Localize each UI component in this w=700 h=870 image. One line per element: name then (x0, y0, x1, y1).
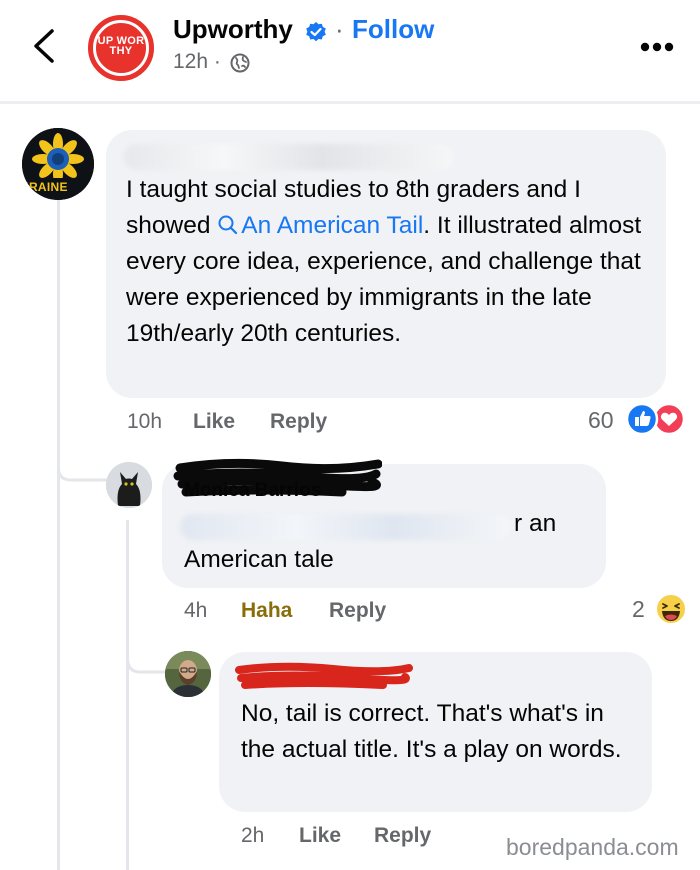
thread-line-main (57, 200, 60, 870)
page-name[interactable]: Upworthy (173, 14, 293, 45)
globe-icon (230, 53, 250, 73)
avatar[interactable] (165, 651, 211, 697)
reply-button[interactable]: Reply (329, 599, 386, 623)
redaction-scribble (235, 662, 413, 689)
avatar-label: KRAINE (22, 180, 68, 194)
logo-text: UP WOR THY (97, 35, 145, 57)
comment-bubble: No, tail is correct. That's what's in th… (219, 652, 652, 812)
avatar[interactable]: KRAINE (22, 128, 94, 200)
avatar[interactable] (106, 462, 152, 508)
comment-time[interactable]: 10h (127, 410, 162, 434)
post-time[interactable]: 12h · (173, 50, 221, 74)
reaction-count[interactable]: 60 (588, 407, 614, 434)
comment-text: American tale (184, 546, 334, 573)
thread-line-reply (126, 520, 129, 870)
like-reaction-icon (625, 402, 659, 436)
comment-bubble: I taught social studies to 8th graders a… (106, 130, 666, 398)
watermark: boredpanda.com (506, 834, 679, 860)
post-header: UP WOR THY Upworthy · Follow 12h · (0, 0, 700, 100)
search-link-icon (218, 215, 238, 235)
comment-author[interactable]: Monica Barrios (184, 480, 321, 502)
header-divider (0, 101, 700, 104)
haha-button[interactable]: Haha (241, 599, 292, 623)
like-button[interactable]: Like (299, 824, 341, 848)
movie-link[interactable]: An American Tail (241, 212, 423, 239)
comment-time[interactable]: 2h (241, 824, 264, 848)
reaction-icons[interactable] (625, 402, 687, 436)
like-button[interactable]: Like (193, 410, 235, 434)
thread-connector-2 (126, 620, 170, 674)
reaction-count[interactable]: 2 (632, 596, 645, 623)
more-icon[interactable] (640, 42, 674, 52)
reply-button[interactable]: Reply (270, 410, 327, 434)
comment-text: No, tail is correct. That's what's in th… (241, 700, 622, 763)
comment-bubble: Monica Barrios r an American tale (162, 458, 606, 588)
separator-dot: · (335, 14, 344, 44)
cat-avatar-icon (106, 462, 152, 508)
redacted-author-name (124, 144, 454, 170)
haha-reaction-icon[interactable] (654, 592, 688, 626)
user-avatar-icon (165, 651, 211, 697)
comment-text: I taught social studies to 8th graders a… (126, 172, 651, 352)
thread-connector-1 (57, 440, 107, 482)
verified-badge-icon (306, 22, 326, 42)
love-reaction-icon (652, 402, 686, 436)
redacted-comment-text (180, 514, 510, 540)
follow-button[interactable]: Follow (352, 14, 434, 45)
comment-time[interactable]: 4h (184, 599, 207, 623)
comment-text: r an (514, 510, 557, 537)
page-logo[interactable]: UP WOR THY (84, 11, 158, 85)
reply-button[interactable]: Reply (374, 824, 431, 848)
chevron-left-icon[interactable] (30, 28, 60, 64)
